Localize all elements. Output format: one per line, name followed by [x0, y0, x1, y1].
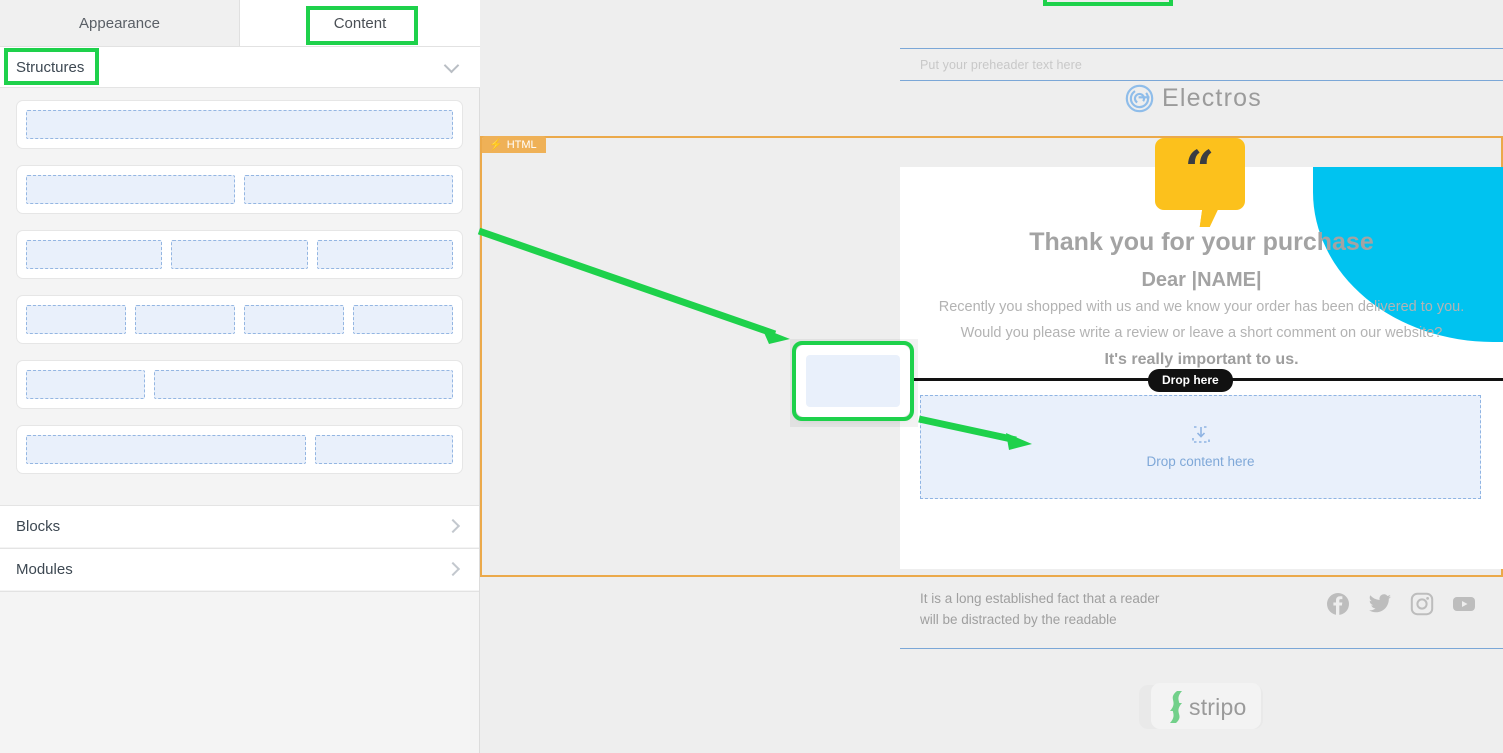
html-badge-label: HTML: [507, 139, 537, 151]
preheader-divider-bottom: [900, 80, 1503, 81]
preheader-divider-top: [900, 48, 1503, 49]
email-emphasis[interactable]: It's really important to us.: [900, 351, 1503, 369]
youtube-icon[interactable]: [1452, 592, 1476, 616]
powered-by-stripo[interactable]: stripo: [1137, 681, 1265, 733]
quote-marks: “: [1185, 145, 1216, 197]
structure-item-3col[interactable]: [16, 230, 463, 279]
structures-list: [0, 88, 479, 504]
structure-cell: [135, 305, 235, 334]
lightning-bolt-icon: ⚡: [489, 140, 503, 151]
chevron-down-icon[interactable]: [446, 59, 460, 73]
dragged-structure-ghost[interactable]: [796, 345, 910, 417]
drop-download-icon: [1190, 425, 1212, 445]
footer-text-line-2: will be distracted by the readable: [920, 609, 1159, 630]
stripo-wordmark: stripo: [1189, 694, 1246, 721]
structure-cell: [244, 305, 344, 334]
structure-cell: [26, 435, 306, 464]
left-sidebar: Appearance Content Structures: [0, 0, 480, 753]
structure-cell: [26, 370, 145, 399]
email-paragraph-2[interactable]: Would you please write a review or leave…: [900, 325, 1503, 341]
sidebar-item-blocks[interactable]: Blocks: [0, 505, 479, 547]
social-links: [1326, 592, 1476, 616]
footer-text[interactable]: It is a long established fact that a rea…: [920, 588, 1159, 630]
brand-logo: Electros: [1125, 84, 1262, 113]
structure-cell: [171, 240, 307, 269]
twitter-icon[interactable]: [1368, 592, 1392, 616]
chevron-right-icon[interactable]: [447, 520, 459, 532]
structures-section-header[interactable]: Structures: [0, 47, 480, 88]
instagram-icon[interactable]: [1410, 592, 1434, 616]
structure-item-4col[interactable]: [16, 295, 463, 344]
structure-cell: [244, 175, 453, 204]
email-subheading[interactable]: Dear |NAME|: [900, 269, 1503, 292]
structure-item-1col[interactable]: [16, 100, 463, 149]
structure-item-2col-narrow-wide[interactable]: [16, 360, 463, 409]
blocks-label: Blocks: [16, 518, 60, 535]
drop-here-tooltip: Drop here: [1148, 369, 1233, 392]
preheader-placeholder[interactable]: Put your preheader text here: [920, 58, 1082, 72]
tab-content[interactable]: Content: [240, 0, 480, 46]
quote-bubble-icon: “: [1155, 138, 1245, 210]
structure-item-2col-wide-narrow[interactable]: [16, 425, 463, 474]
structure-item-2col[interactable]: [16, 165, 463, 214]
structure-cell: [154, 370, 453, 399]
email-paragraph-1[interactable]: Recently you shopped with us and we know…: [900, 299, 1503, 315]
footer-divider: [900, 648, 1503, 649]
html-block-badge[interactable]: ⚡ HTML: [482, 136, 546, 153]
modules-label: Modules: [16, 561, 73, 578]
tab-appearance-label: Appearance: [79, 15, 160, 32]
structure-cell: [26, 175, 235, 204]
brand-name: Electros: [1162, 84, 1262, 113]
email-heading[interactable]: Thank you for your purchase: [900, 228, 1503, 257]
structure-cell: [26, 240, 162, 269]
sidebar-item-modules[interactable]: Modules: [0, 548, 479, 590]
structure-cell: [353, 305, 453, 334]
sidebar-tabs: Appearance Content: [0, 0, 480, 47]
tab-content-label: Content: [334, 15, 387, 32]
facebook-icon[interactable]: [1326, 592, 1350, 616]
structure-cell: [26, 305, 126, 334]
structures-title: Structures: [16, 59, 84, 76]
footer-text-line-1: It is a long established fact that a rea…: [920, 588, 1159, 609]
electros-spiral-icon: [1125, 84, 1154, 113]
chevron-right-icon[interactable]: [447, 563, 459, 575]
sidebar-empty-area: [0, 591, 479, 753]
structure-cell: [315, 435, 453, 464]
drop-content-zone[interactable]: Drop content here: [920, 395, 1481, 499]
structure-cell: [317, 240, 453, 269]
drop-content-label: Drop content here: [1146, 454, 1254, 469]
structure-cell: [26, 110, 453, 139]
tab-appearance[interactable]: Appearance: [0, 0, 240, 46]
structure-cell: [806, 355, 900, 407]
